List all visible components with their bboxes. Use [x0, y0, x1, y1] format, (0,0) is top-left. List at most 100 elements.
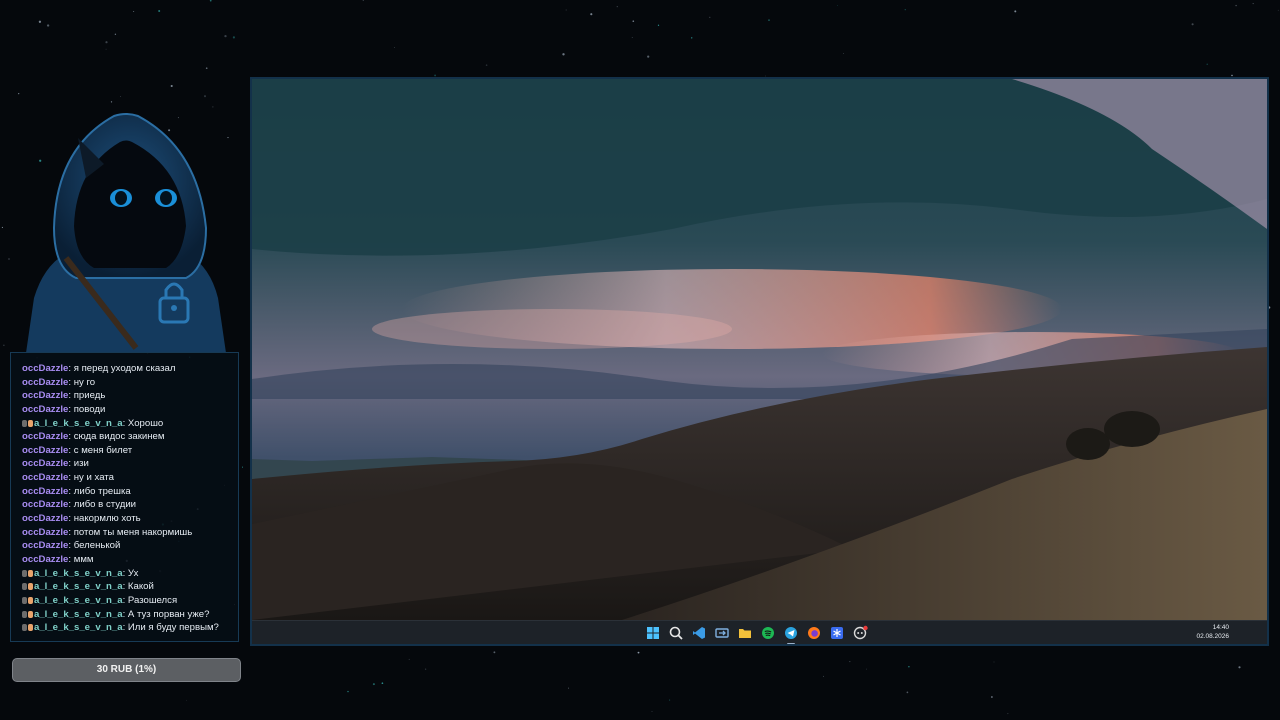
star [203, 95, 207, 98]
star [133, 11, 135, 12]
taskbar-clock[interactable]: 14:40 02.08.2026 [1196, 624, 1229, 641]
chat-text: изи [73, 458, 89, 470]
chat-message: occDazzle: приедь [22, 389, 238, 403]
search-icon[interactable] [668, 625, 684, 641]
donation-goal-label: 30 RUB (1%) [96, 664, 157, 675]
chat-text: приедь [73, 390, 106, 402]
chat-username[interactable]: a_l_e_k_s_e_v_n_a [34, 568, 123, 579]
star [3, 344, 5, 346]
star [1277, 9, 1279, 11]
star [632, 20, 635, 23]
chat-badge-icon [22, 610, 27, 618]
star [1007, 713, 1009, 715]
star [993, 661, 995, 663]
chat-username[interactable]: occDazzle [22, 431, 68, 442]
chat-message: occDazzle: ну го [22, 376, 238, 390]
star [18, 93, 20, 95]
chat-text: ну го [73, 376, 96, 388]
chat-message: a_l_e_k_s_e_v_n_a: Ух [22, 567, 238, 581]
vscode-icon[interactable] [691, 625, 707, 641]
firefox-icon[interactable] [806, 625, 822, 641]
star [209, 0, 212, 2]
taskbar-icons [645, 625, 875, 644]
star [906, 691, 909, 694]
chat-username[interactable]: occDazzle [22, 527, 68, 538]
star [485, 64, 488, 66]
star [1, 226, 3, 228]
chat-text: сюда видос закинем [73, 431, 165, 443]
chat-text: с меня билет [73, 444, 133, 456]
star [849, 661, 851, 663]
star [647, 55, 650, 58]
star [158, 9, 161, 13]
chat-text: потом ты меня накормишь [73, 526, 193, 538]
chat-message: occDazzle: сюда видос закинем [22, 430, 238, 444]
chat-badge-icon [28, 596, 33, 604]
remote-desktop-icon[interactable] [714, 625, 730, 641]
star [1191, 23, 1194, 26]
chat-username[interactable]: occDazzle [22, 499, 68, 510]
star [105, 41, 108, 44]
chat-message: a_l_e_k_s_e_v_n_a: Разошелся [22, 594, 238, 608]
chat-text: беленькой [73, 540, 121, 552]
discord-icon[interactable] [852, 625, 868, 641]
chat-message: occDazzle: либо в студии [22, 498, 238, 512]
chat-text: ну и хата [73, 472, 114, 484]
star [1235, 4, 1237, 7]
chat-username[interactable]: occDazzle [22, 472, 68, 483]
chat-message: a_l_e_k_s_e_v_n_a: Или я буду первым? [22, 621, 238, 635]
chat-username[interactable]: occDazzle [22, 554, 68, 565]
chat-username[interactable]: a_l_e_k_s_e_v_n_a [34, 595, 123, 606]
star [904, 9, 906, 11]
chat-badge-icon [22, 624, 27, 632]
chat-message: occDazzle: я перед уходом сказал [22, 362, 238, 376]
chat-username[interactable]: occDazzle [22, 404, 68, 415]
star [590, 13, 593, 16]
chat-username[interactable]: occDazzle [22, 390, 68, 401]
star [408, 658, 410, 660]
chat-username[interactable]: occDazzle [22, 363, 68, 374]
chat-username[interactable]: occDazzle [22, 377, 68, 388]
chat-username[interactable]: occDazzle [22, 513, 68, 524]
star [631, 36, 633, 39]
snowflake-app-icon[interactable] [829, 625, 845, 641]
star [991, 696, 993, 698]
star [205, 67, 208, 70]
star [865, 668, 867, 670]
star [493, 651, 496, 654]
clock-time: 14:40 [1212, 624, 1229, 631]
landscape-wallpaper [252, 79, 1267, 620]
chat-message: occDazzle: изи [22, 457, 238, 471]
chat-username[interactable]: occDazzle [22, 458, 68, 469]
windows-taskbar: 14:40 02.08.2026 [252, 620, 1267, 644]
chat-text: А туз порван уже? [127, 608, 210, 620]
chat-username[interactable]: occDazzle [22, 540, 68, 551]
star [394, 47, 395, 48]
file-explorer-icon[interactable] [737, 625, 753, 641]
chat-username[interactable]: a_l_e_k_s_e_v_n_a [34, 418, 123, 429]
chat-text: либо трешка [73, 485, 131, 497]
windows-start-icon[interactable] [645, 625, 661, 641]
star [1252, 3, 1254, 5]
chat-username[interactable]: occDazzle [22, 445, 68, 456]
spotify-icon[interactable] [760, 625, 776, 641]
chat-badge-icon [28, 419, 33, 427]
star [837, 5, 839, 6]
chat-text: ммм [73, 553, 94, 565]
chat-text: Хорошо [127, 417, 164, 429]
chat-badge-icon [28, 583, 33, 591]
telegram-icon[interactable] [783, 625, 799, 644]
chat-username[interactable]: a_l_e_k_s_e_v_n_a [34, 581, 123, 592]
clock-date: 02.08.2026 [1196, 632, 1229, 640]
star [637, 651, 640, 654]
chat-username[interactable]: a_l_e_k_s_e_v_n_a [34, 609, 123, 620]
star [110, 101, 113, 103]
chat-username[interactable]: a_l_e_k_s_e_v_n_a [34, 622, 123, 633]
star [114, 33, 117, 35]
star [381, 682, 384, 685]
chat-badge-icon [22, 596, 27, 604]
chat-message: occDazzle: накормлю хоть [22, 512, 238, 526]
chat-message: occDazzle: потом ты меня накормишь [22, 526, 238, 540]
star [908, 666, 910, 668]
chat-username[interactable]: occDazzle [22, 486, 68, 497]
